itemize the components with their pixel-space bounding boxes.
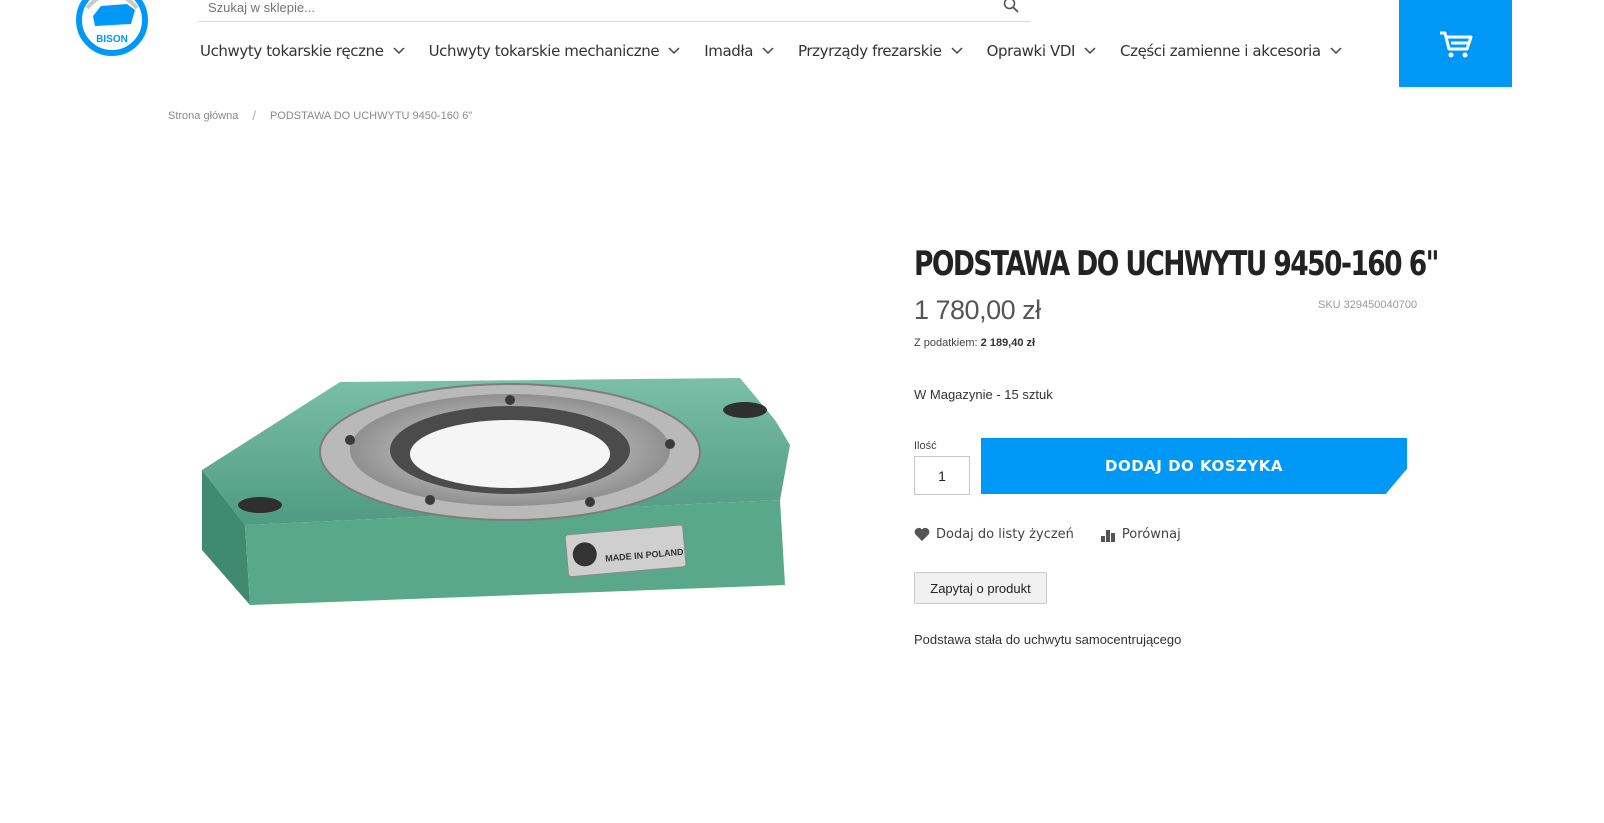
qty-input[interactable] [914,456,970,495]
ask-about-product-button[interactable]: Zapytaj o produkt [914,572,1047,604]
search-icon[interactable] [1002,0,1020,14]
bison-logo[interactable]: BISON [75,0,149,58]
cart-button[interactable] [1399,0,1512,87]
product-image[interactable]: MADE IN POLAND [190,370,850,630]
nav-item-czesci[interactable]: Części zamienne i akcesoria [1120,42,1342,60]
nav-item-oprawki-vdi[interactable]: Oprawki VDI [987,42,1096,60]
heart-icon [914,527,930,541]
nav-label: Uchwyty tokarskie ręczne [200,42,384,60]
add-to-cart-button[interactable]: DODAJ DO KOSZYKA [981,438,1407,494]
main-nav: Uchwyty tokarskie ręczne Uchwyty tokarsk… [200,42,1366,60]
nav-item-uchwyty-reczne[interactable]: Uchwyty tokarskie ręczne [200,42,405,60]
search-bar [198,0,1030,22]
nav-item-przyrzady[interactable]: Przyrządy frezarskie [798,42,963,60]
nav-item-imadla[interactable]: Imadła [704,42,774,60]
wishlist-label: Dodaj do listy życzeń [936,527,1074,542]
nav-label: Oprawki VDI [986,42,1076,60]
product-price: 1 780,00 zł [914,295,1041,325]
nav-label: Części zamienne i akcesoria [1120,42,1321,60]
nav-label: Przyrządy frezarskie [798,42,942,60]
breadcrumb-current: PODSTAWA DO UCHWYTU 9450-160 6" [269,109,473,122]
product-description: Podstawa stała do uchwytu samocentrujące… [914,632,1182,647]
chevron-down-icon [951,47,963,55]
breadcrumb-home[interactable]: Strona główna [168,110,238,122]
breadcrumb-separator: / [252,108,256,123]
tax-line: Z podatkiem: 2 189,40 zł [914,337,1035,349]
chevron-down-icon [1330,47,1342,55]
nav-label: Uchwyty tokarskie mechaniczne [428,42,660,60]
nav-item-uchwyty-mechaniczne[interactable]: Uchwyty tokarskie mechaniczne [429,42,681,60]
tax-label: Z podatkiem: [914,337,978,349]
search-input[interactable] [198,0,1030,21]
compare-button[interactable]: Porównaj [1100,527,1181,542]
nav-label: Imadła [704,42,754,60]
chevron-down-icon [762,47,774,55]
breadcrumb: Strona główna / PODSTAWA DO UCHWYTU 9450… [168,108,472,123]
product-sku: SKU 329450040700 [1318,299,1418,311]
qty-label: Ilość [914,440,937,452]
compare-label: Porównaj [1121,527,1181,542]
stock-status: W Magazynie - 15 sztuk [914,387,1053,402]
bar-chart-icon [1100,529,1115,542]
product-title: PODSTAWA DO UCHWYTU 9450-160 6" [914,244,1439,284]
logo-text: BISON [96,34,128,45]
cart-icon [1439,31,1472,57]
wishlist-button[interactable]: Dodaj do listy życzeń [914,527,1074,542]
chevron-down-icon [668,47,680,55]
chevron-down-icon [393,47,405,55]
product-actions: Dodaj do listy życzeń Porównaj [914,527,1207,542]
chevron-down-icon [1084,47,1096,55]
tax-value: 2 189,40 zł [980,337,1036,349]
